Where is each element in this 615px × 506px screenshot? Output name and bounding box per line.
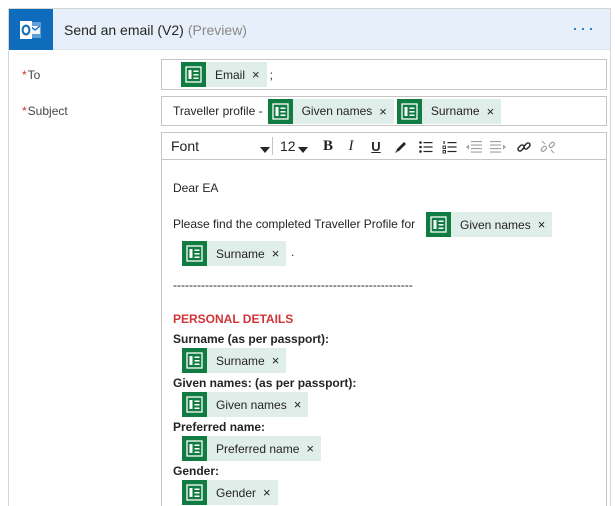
bulleted-list-icon[interactable] [416,137,436,156]
subject-prefix-text: Traveller profile - [173,104,263,118]
intro-text: Please find the completed Traveller Prof… [173,217,416,231]
card-header[interactable]: Send an email (V2) (Preview) ··· [9,9,610,50]
dynamic-token-gender[interactable]: Gender × [182,480,278,505]
remove-token-icon[interactable]: × [293,398,309,411]
action-card: Send an email (V2) (Preview) ··· *To Emai… [8,8,611,506]
increase-indent-icon[interactable] [488,137,508,156]
toolbar-divider [272,137,273,155]
forms-icon [396,98,422,124]
forms-icon [182,241,207,266]
token-label: Given names [216,397,287,412]
token-label: Preferred name [216,441,300,456]
chevron-down-icon[interactable] [298,142,308,156]
token-label: Given names [460,217,531,232]
token-label: Email [215,67,246,82]
greeting-text: Dear EA [173,181,219,195]
dynamic-token-given-names[interactable]: Given names × [182,392,309,417]
remove-token-icon[interactable]: × [537,218,553,231]
field-label-gender: Gender: [173,464,220,478]
subject-label: *Subject [22,104,68,118]
field-label-preferred-name: Preferred name: [173,420,266,434]
divider-text: ----------------------------------------… [173,278,413,292]
dynamic-token-given-names[interactable]: Given names × [426,212,553,237]
token-label: Surname [430,104,480,118]
italic-button[interactable]: I [341,137,361,156]
remove-token-icon[interactable]: × [486,105,502,118]
dynamic-token-given-names[interactable]: Given names × [267,98,394,124]
dynamic-token-preferred-name[interactable]: Preferred name × [182,436,321,461]
action-title: Send an email (V2) [64,22,184,38]
to-label: *To [22,68,40,82]
forms-icon [182,348,207,373]
required-marker: * [22,104,27,118]
subject-label-text: Subject [27,104,68,118]
remove-token-icon[interactable]: × [305,442,321,455]
forms-icon [182,392,207,417]
forms-icon [182,436,207,461]
editor-toolbar: Font 12 B I U [162,133,606,160]
forms-icon [267,98,293,124]
dynamic-token-surname[interactable]: Surname × [182,241,287,266]
remove-token-icon[interactable]: × [271,247,287,260]
font-family-select[interactable]: Font [171,138,199,154]
token-label: Surname [216,246,265,261]
period-text: . [291,245,295,259]
decrease-indent-icon[interactable] [464,137,484,156]
remove-token-icon[interactable]: × [378,105,394,118]
numbered-list-icon[interactable] [440,137,460,156]
token-label: Surname [216,353,265,368]
token-label: Gender [216,485,257,500]
section-title: PERSONAL DETAILS [173,312,294,326]
bold-button[interactable]: B [318,137,338,156]
remove-token-icon[interactable]: × [251,68,267,81]
forms-icon [181,62,206,87]
dynamic-token-email[interactable]: Email × [181,62,267,87]
field-label-surname: Surname (as per passport): [173,332,330,346]
body-editor[interactable]: Font 12 B I U Dear EA Please find the co… [161,132,607,506]
forms-icon [426,212,451,237]
editor-content[interactable]: Dear EA Please find the completed Travel… [162,161,606,506]
link-icon[interactable] [514,137,534,156]
forms-icon [182,480,207,505]
chevron-down-icon[interactable] [260,142,270,156]
remove-token-icon[interactable]: × [262,486,278,499]
remove-token-icon[interactable]: × [271,354,287,367]
card-title: Send an email (V2) (Preview) [64,22,247,38]
token-label: Given names [301,104,373,118]
field-label-given-names: Given names: (as per passport): [173,376,357,390]
dynamic-token-surname[interactable]: Surname × [396,98,502,124]
font-size-select[interactable]: 12 [280,138,296,154]
to-separator: ; [269,67,273,82]
outlook-icon [9,9,53,50]
pen-icon[interactable] [391,137,411,156]
to-label-text: To [27,68,41,82]
dynamic-token-surname[interactable]: Surname × [182,348,287,373]
unlink-icon[interactable] [538,137,558,156]
preview-badge: (Preview) [187,22,247,38]
more-options-button[interactable]: ··· [572,19,596,37]
required-marker: * [22,68,27,82]
underline-button[interactable]: U [366,137,386,156]
subject-input[interactable]: Traveller profile - Given names × Surnam… [161,96,607,126]
to-input[interactable]: Email × ; [161,59,607,90]
